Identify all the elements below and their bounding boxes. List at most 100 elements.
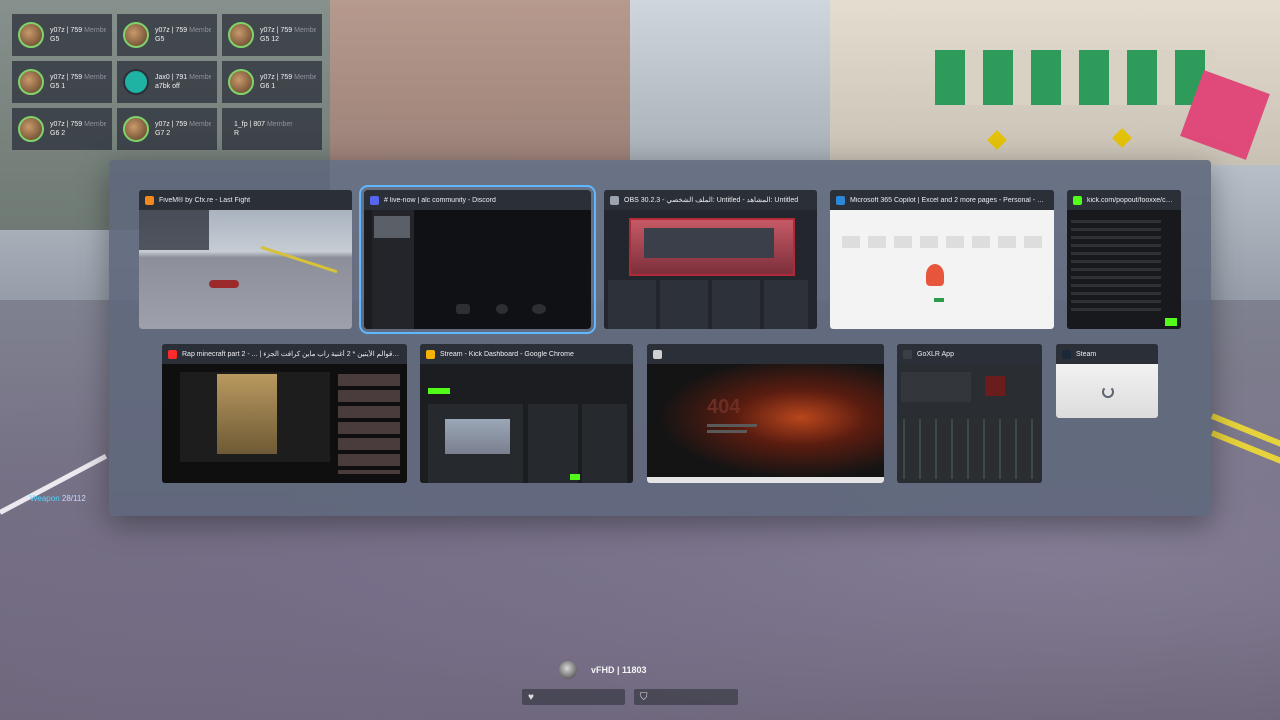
player-card: 1_fp | 807 Member R xyxy=(222,108,322,150)
window-title-bar: Stream - Kick Dashboard - Google Chrome xyxy=(420,344,633,364)
heart-icon: ♥ xyxy=(528,691,534,703)
window-chrome-kick[interactable]: Stream - Kick Dashboard - Google Chrome xyxy=(420,344,633,483)
window-obs[interactable]: OBS 30.2.3 - الملف الشخصي: Untitled - ال… xyxy=(604,190,817,329)
window-title-bar: Rap minecraft part 2 - ... | أغنية حصرية… xyxy=(162,344,407,364)
window-preview: 404 xyxy=(647,364,884,483)
window-title: GoXLR App xyxy=(917,350,954,358)
weapon-tag: Weapon 28/112 xyxy=(30,494,86,503)
player-info: Jax0 | 791 Member a7bk off xyxy=(155,73,211,91)
player-sub: a7bk off xyxy=(155,83,180,90)
window-title: OBS 30.2.3 - الملف الشخصي: Untitled - ال… xyxy=(624,197,799,204)
player-name: vFHD | 11803 xyxy=(591,665,647,675)
player-card: y07z | 759 Member G7 2 xyxy=(117,108,217,150)
weapon-label: Weapon xyxy=(30,494,60,503)
window-goxlr[interactable]: GoXLR App xyxy=(897,344,1042,483)
player-list: y07z | 759 MemberG5y07z | 759 MemberG5y0… xyxy=(12,14,322,150)
player-role: Member xyxy=(84,74,106,81)
window-preview xyxy=(162,364,407,483)
avatar xyxy=(228,69,254,95)
chrome-icon xyxy=(426,349,435,359)
avatar xyxy=(18,69,44,95)
window-title: Stream - Kick Dashboard - Google Chrome xyxy=(440,350,574,358)
player-info: 1_fp | 807 Member R xyxy=(234,120,293,138)
window-fivem[interactable]: FiveM® by Cfx.re - Last Fight xyxy=(139,190,352,329)
player-role: Member xyxy=(189,121,211,128)
player-nameplate: vFHD | 11803 xyxy=(559,661,647,679)
player-sub: G6 1 xyxy=(260,83,276,90)
player-name: y07z | 759 xyxy=(155,27,188,34)
avatar xyxy=(559,661,577,679)
player-sub: G5 12 xyxy=(260,36,280,43)
fivem-icon xyxy=(145,195,154,205)
weapon-ammo: 28/112 xyxy=(61,494,86,503)
building-center xyxy=(330,0,630,160)
window-title-bar xyxy=(647,344,884,364)
window-title-bar: OBS 30.2.3 - الملف الشخصي: Untitled - ال… xyxy=(604,190,817,210)
avatar xyxy=(123,116,149,142)
window-preview xyxy=(364,210,591,329)
window-preview xyxy=(139,210,352,329)
player-info: y07z | 759 Member G6 1 xyxy=(260,73,316,91)
player-info: y07z | 759 Member G6 2 xyxy=(50,120,106,138)
window-steam[interactable]: Steam xyxy=(1056,344,1158,418)
window-title-bar: FiveM® by Cfx.re - Last Fight xyxy=(139,190,352,210)
avatar xyxy=(123,69,149,95)
player-role: Member xyxy=(294,27,316,34)
player-info: y07z | 759 Member G5 12 xyxy=(260,26,316,44)
player-name: 1_fp | 807 xyxy=(234,121,266,128)
player-name: Jax0 | 791 xyxy=(155,74,188,81)
armor-bar: ⛉ xyxy=(634,689,738,705)
window-edge[interactable]: Microsoft 365 Copilot | Excel and 2 more… xyxy=(830,190,1054,329)
window-preview xyxy=(830,210,1054,329)
window-kick-chat[interactable]: kick.com/popout/fooxxe/chat… xyxy=(1067,190,1181,329)
window-title: kick.com/popout/fooxxe/chat… xyxy=(1087,196,1175,204)
avatar xyxy=(123,22,149,48)
player-info: y07z | 759 Member G7 2 xyxy=(155,120,211,138)
window-title: Steam xyxy=(1076,350,1097,358)
player-card: y07z | 759 Member G6 2 xyxy=(12,108,112,150)
player-card: Jax0 | 791 Member a7bk off xyxy=(117,61,217,103)
player-role: Member xyxy=(189,27,211,34)
player-role: Member xyxy=(266,121,293,128)
player-name: y07z | 759 xyxy=(260,74,293,81)
player-name: y07z | 759 xyxy=(50,74,83,81)
player-sub: R xyxy=(234,130,240,137)
window-preview xyxy=(1067,210,1181,329)
window-preview xyxy=(1056,364,1158,418)
player-info: y07z | 759 Member G5 1 xyxy=(50,73,106,91)
building-windows xyxy=(935,50,1215,105)
avatar xyxy=(18,22,44,48)
youtube-icon xyxy=(168,349,177,359)
window-discord[interactable]: # live-now | alc community - Discord xyxy=(359,185,596,334)
discord-icon xyxy=(370,195,379,205)
window-404-page[interactable]: 404 xyxy=(647,344,884,483)
player-role: Member xyxy=(84,27,106,34)
kick-icon xyxy=(1073,195,1082,205)
player-info: y07z | 759 Member G5 xyxy=(155,26,211,44)
player-card: y07z | 759 Member G5 xyxy=(117,14,217,56)
goxlr-icon xyxy=(903,349,912,359)
player-name: y07z | 759 xyxy=(155,121,188,128)
window-youtube[interactable]: Rap minecraft part 2 - ... | أغنية حصرية… xyxy=(162,344,407,483)
avatar xyxy=(18,116,44,142)
health-bar: ♥ xyxy=(522,689,625,705)
player-card: y07z | 759 Member G5 1 xyxy=(12,61,112,103)
player-card: y07z | 759 Member G5 xyxy=(12,14,112,56)
task-switcher: FiveM® by Cfx.re - Last Fight # live-now… xyxy=(109,160,1211,516)
player-name: y07z | 759 xyxy=(50,121,83,128)
player-card: y07z | 759 Member G5 12 xyxy=(222,14,322,56)
window-title-bar: Microsoft 365 Copilot | Excel and 2 more… xyxy=(830,190,1054,210)
window-title-bar: GoXLR App xyxy=(897,344,1042,364)
sky-gap xyxy=(630,0,830,160)
player-role: Member xyxy=(294,74,316,81)
player-sub: G5 1 xyxy=(50,83,66,90)
player-sub: G5 xyxy=(50,36,60,43)
player-role: Member xyxy=(189,74,211,81)
player-card: y07z | 759 Member G6 1 xyxy=(222,61,322,103)
obs-icon xyxy=(610,195,619,205)
avatar xyxy=(228,22,254,48)
shield-icon: ⛉ xyxy=(640,691,648,703)
player-name: y07z | 759 xyxy=(50,27,83,34)
window-title: Rap minecraft part 2 - ... | أغنية حصرية… xyxy=(182,351,401,358)
window-preview xyxy=(420,364,633,483)
